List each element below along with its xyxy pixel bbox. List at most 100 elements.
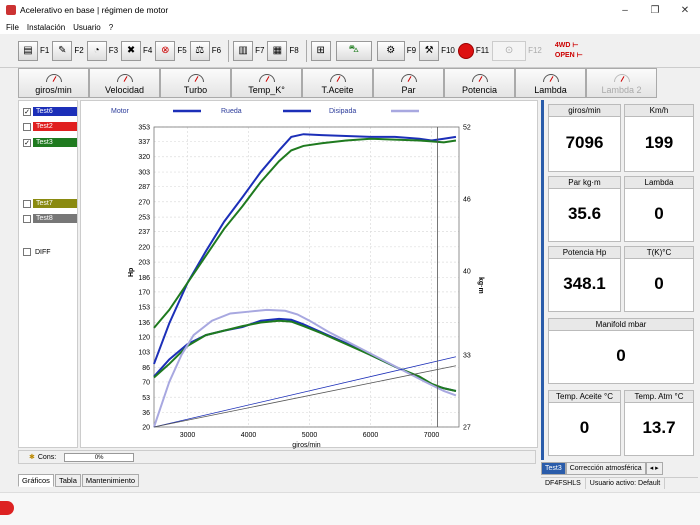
legend-test8[interactable]: Test8 (23, 214, 77, 223)
tab-velocidad[interactable]: Velocidad (89, 68, 160, 98)
legend-swatch: Test3 (33, 138, 77, 147)
tab-lambda-2[interactable]: Lambda 2 (586, 68, 657, 98)
y-tick-label: 353 (138, 125, 150, 132)
legend-swatch: Test8 (33, 214, 77, 223)
serial-number: DF4FSHLS (541, 478, 586, 489)
tab-lambda[interactable]: Lambda (515, 68, 586, 98)
checkbox[interactable] (23, 248, 31, 256)
readout-lambda: Lambda 0 (624, 176, 694, 242)
gauge-icon (116, 74, 133, 82)
f7-button[interactable]: ▥ F7 (233, 38, 264, 64)
legend-test6[interactable]: ✓ Test6 (23, 107, 77, 116)
settings-chart-icon: ⚒ (419, 40, 440, 61)
series-line (153, 365, 457, 428)
power-chart: 20 36 53 70 86 103 120 136 153 170 186 203 220 237 253… (80, 100, 538, 449)
y-tick-label: 320 (138, 154, 150, 161)
right-status-bar: DF4FSHLS Usuario activo: Default (541, 477, 698, 489)
menu-help[interactable]: ? (109, 23, 113, 32)
f1-button[interactable]: ▤ F1 (18, 38, 49, 64)
tab-mantenimiento[interactable]: Mantenimiento (81, 474, 140, 487)
f3-button[interactable]: ◔ F3 (86, 38, 118, 64)
f11-button[interactable]: F11 (457, 38, 489, 64)
x-tick-label: 6000 (363, 432, 379, 439)
legend-test2[interactable]: Test2 (23, 122, 77, 131)
tab-rpm[interactable]: giros/min (18, 68, 89, 98)
tab-test3[interactable]: Test3 (541, 462, 566, 475)
tab-temp-k[interactable]: Temp_K° (231, 68, 302, 98)
tab-par[interactable]: Par (373, 68, 444, 98)
loadcell-button[interactable]: ⊞ (310, 38, 333, 64)
gauge-icon (613, 74, 630, 82)
minimize-button[interactable]: – (610, 5, 640, 16)
menu-instalacion[interactable]: Instalación (27, 23, 65, 32)
gauge-tabs: giros/min Velocidad Turbo Temp_K° T.Acei… (0, 68, 700, 98)
readout-atm-temp: Temp. Atm °C 13.7 (624, 390, 694, 456)
f12-button[interactable]: ⊙ F12 (492, 38, 542, 64)
y-tick-label: 237 (138, 229, 150, 236)
f5-button[interactable]: ⊗ F5 (155, 38, 187, 64)
y-tick-label: 337 (138, 139, 150, 146)
f6-button[interactable]: ⚖ F6 (189, 38, 221, 64)
loadcell-icon: ⊞ (310, 40, 331, 61)
right-tick-label: 52 (463, 125, 471, 132)
checkbox[interactable] (23, 122, 31, 131)
right-tick-label: 33 (463, 353, 471, 360)
tab-graficos[interactable]: Gráficos (18, 474, 54, 487)
f8-button[interactable]: ▦ F8 (267, 38, 299, 64)
window-title: Acelerativo en base | régimen de motor (20, 5, 169, 15)
right-tabs: Test3 Corrección atmosférica ◂ ▸ (541, 462, 698, 475)
readout-speed: Km/h 199 (624, 104, 694, 172)
tab-potencia[interactable]: Potencia (444, 68, 515, 98)
progress-bar: 0% (64, 452, 135, 462)
f2-button[interactable]: ✎ F2 (52, 38, 84, 64)
gauge-icon (187, 74, 204, 82)
menu-usuario[interactable]: Usuario (73, 23, 101, 32)
dyno-icon: ⊙ (492, 40, 527, 61)
close-button[interactable]: ✕ (670, 5, 700, 16)
f4-button[interactable]: ✖ F4 (121, 38, 152, 64)
legend-test7[interactable]: Test7 (23, 199, 77, 208)
diff-option[interactable]: DIFF (23, 248, 51, 256)
legend-label: Disipada (329, 108, 356, 115)
car-icon: ⛍ (335, 40, 372, 61)
x-tick-label: 7000 (424, 432, 440, 439)
test-legend-panel: ✓ Test6 Test2 ✓ Test3 Test7 Test8 DIFF (18, 100, 78, 448)
chart-x-icon: ✖ (121, 40, 142, 61)
toolbar-separator (228, 39, 230, 62)
y-tick-label: 153 (138, 305, 150, 312)
wheels-icon: ⚙ (376, 40, 405, 61)
x-tick-label: 5000 (302, 432, 318, 439)
f10-button[interactable]: ⚒ F10 (419, 38, 455, 64)
tab-correccion[interactable]: Corrección atmosférica (565, 462, 646, 475)
legend-test3[interactable]: ✓ Test3 (23, 138, 77, 147)
checkbox[interactable] (23, 214, 31, 223)
awd-toggle[interactable]: 4WD ⊢ (555, 41, 583, 51)
gauge-icon (542, 74, 559, 82)
gauge-icon (45, 74, 62, 82)
scale-icon: ⚖ (189, 40, 210, 61)
tab-tabla[interactable]: Tabla (54, 474, 81, 487)
open-toggle[interactable]: OPEN ⊢ (555, 51, 583, 61)
maximize-button[interactable]: ❐ (640, 5, 670, 16)
tab-scroll-arrows[interactable]: ◂ ▸ (645, 462, 663, 475)
y2-axis-label: kg·m (477, 277, 484, 294)
checkbox[interactable] (23, 199, 31, 208)
menu-file[interactable]: File (6, 23, 19, 32)
tab-turbo[interactable]: Turbo (160, 68, 231, 98)
brand-logo-icon (0, 501, 14, 515)
y-tick-label: 287 (138, 184, 150, 191)
taskbar (0, 492, 700, 525)
y-tick-label: 270 (138, 199, 150, 206)
car-button[interactable]: ⛍ (335, 38, 374, 64)
title-bar: Acelerativo en base | régimen de motor –… (0, 0, 700, 20)
y-tick-label: 170 (138, 289, 150, 296)
f9-button[interactable]: ⚙ F9 (376, 38, 416, 64)
y-tick-label: 203 (138, 260, 150, 267)
y-tick-label: 53 (142, 395, 150, 402)
checkbox[interactable]: ✓ (23, 107, 31, 116)
series-line (153, 137, 457, 329)
readout-torque: Par kg·m 35.6 (548, 176, 621, 242)
checkbox[interactable]: ✓ (23, 138, 31, 147)
readout-rpm: giros/min 7096 (548, 104, 621, 172)
tab-t-aceite[interactable]: T.Aceite (302, 68, 373, 98)
